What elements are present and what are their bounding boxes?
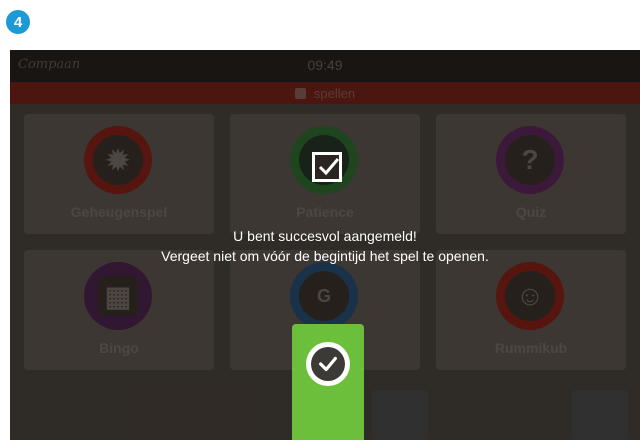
confirm-button[interactable] <box>292 324 364 440</box>
success-message: U bent succesvol aangemeld! <box>233 228 417 244</box>
checkbox-checked-icon <box>312 152 342 182</box>
reminder-message: Vergeet niet om vóór de begintijd het sp… <box>161 248 489 264</box>
step-number-badge: 4 <box>6 10 30 34</box>
check-circle-icon <box>306 342 350 386</box>
